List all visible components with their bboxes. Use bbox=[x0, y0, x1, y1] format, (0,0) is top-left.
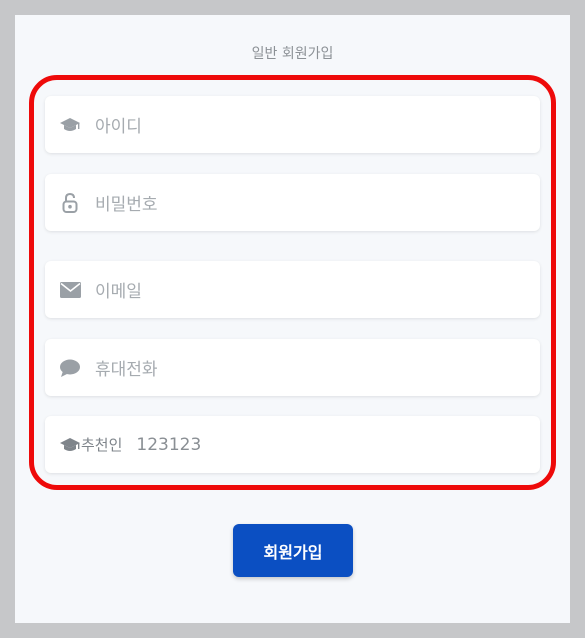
referrer-field[interactable]: 추천인 123123 bbox=[45, 416, 540, 473]
unlock-icon bbox=[59, 192, 81, 214]
id-field[interactable]: 아이디 bbox=[45, 96, 540, 153]
graduation-cap-icon bbox=[59, 114, 81, 136]
password-field[interactable]: 비밀번호 bbox=[45, 174, 540, 231]
referrer-value[interactable]: 123123 bbox=[136, 435, 201, 455]
chat-bubble-icon bbox=[59, 357, 81, 379]
signup-button[interactable]: 회원가입 bbox=[233, 524, 353, 577]
graduation-cap-icon bbox=[59, 434, 81, 456]
envelope-icon bbox=[59, 279, 81, 301]
email-placeholder: 이메일 bbox=[95, 282, 142, 302]
email-field[interactable]: 이메일 bbox=[45, 261, 540, 318]
phone-field[interactable]: 휴대전화 bbox=[45, 339, 540, 396]
password-placeholder: 비밀번호 bbox=[95, 195, 158, 215]
id-placeholder: 아이디 bbox=[95, 117, 142, 137]
form-title: 일반 회원가입 bbox=[251, 46, 334, 62]
signup-panel: 일반 회원가입 아이디 비밀번호 이메일 휴대전화 추천인 123123 회원가… bbox=[15, 15, 570, 623]
phone-placeholder: 휴대전화 bbox=[95, 360, 158, 380]
referrer-label: 추천인 bbox=[81, 436, 123, 454]
